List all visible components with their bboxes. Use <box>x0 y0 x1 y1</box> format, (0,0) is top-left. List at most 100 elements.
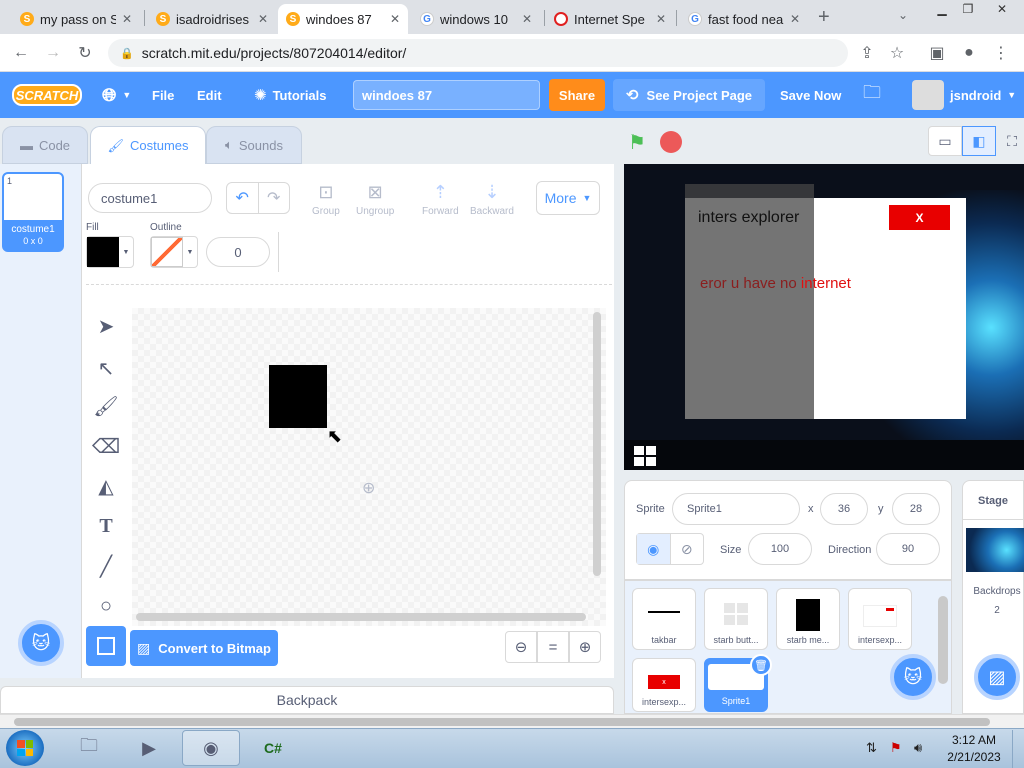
outline-width-input[interactable]: 0 <box>206 237 270 267</box>
brush-tool-icon[interactable]: 🖌︎ <box>92 392 120 420</box>
sprite-name-input[interactable]: Sprite1 <box>672 493 800 525</box>
convert-to-bitmap-button[interactable]: ▨ Convert to Bitmap <box>130 630 278 666</box>
scrollbar-thumb[interactable] <box>14 718 990 726</box>
csharp-ide-icon[interactable]: C# <box>244 730 302 766</box>
tab-code[interactable]: ▬ Code <box>2 126 88 164</box>
scratch-logo[interactable]: SCRATCH <box>12 84 82 106</box>
clock-date[interactable]: 2/21/2023 <box>940 750 1008 764</box>
zoom-in-icon[interactable]: ⊕ <box>569 631 601 663</box>
rectangle-tool-button[interactable] <box>86 626 126 666</box>
address-bar[interactable]: 🔒 scratch.mit.edu/projects/807204014/edi… <box>108 39 848 67</box>
reload-icon[interactable]: ↻ <box>74 42 96 64</box>
new-tab-icon[interactable]: + <box>818 6 830 29</box>
outline-color-picker[interactable]: ▼ <box>150 236 198 268</box>
drawn-black-rectangle[interactable] <box>269 365 327 428</box>
windows-start-icon[interactable] <box>634 446 656 466</box>
side-panel-icon[interactable]: ▣ <box>926 42 948 64</box>
undo-icon[interactable]: ↶ <box>227 183 259 213</box>
group-button[interactable]: ⊡ Group <box>312 182 340 217</box>
language-menu[interactable]: 🌐︎ ▼ <box>102 72 131 118</box>
see-project-page-button[interactable]: ⟲ See Project Page <box>613 79 765 111</box>
sprite-tile[interactable]: starb me... <box>776 588 840 650</box>
share-page-icon[interactable]: ⇪ <box>856 42 878 64</box>
close-tab-icon[interactable]: ✕ <box>656 12 666 26</box>
minimize-icon[interactable]: ▁ <box>928 0 956 18</box>
eraser-tool-icon[interactable]: ⌫ <box>92 432 120 460</box>
sprite-list-scrollbar[interactable] <box>938 596 948 684</box>
x-position-input[interactable]: 36 <box>820 493 868 525</box>
network-icon[interactable]: ⇅ <box>866 740 877 756</box>
file-menu[interactable]: File <box>152 72 174 118</box>
browser-tab[interactable]: Internet Spe ✕ <box>546 4 674 34</box>
clock-time[interactable]: 3:12 AM <box>944 733 1004 747</box>
browser-tab[interactable]: G fast food nea ✕ <box>680 4 808 34</box>
reshape-tool-icon[interactable]: ↖ <box>92 354 120 382</box>
large-stage-icon[interactable]: ◧ <box>962 126 996 156</box>
browser-tab[interactable]: G windows 10 ✕ <box>412 4 540 34</box>
tab-search-chevron-icon[interactable]: ⌄ <box>898 8 908 22</box>
hide-eye-icon[interactable]: ⊘ <box>671 534 704 564</box>
bookmark-star-icon[interactable]: ☆ <box>886 42 908 64</box>
direction-input[interactable]: 90 <box>876 533 940 565</box>
circle-tool-icon[interactable]: ○ <box>92 592 120 620</box>
zoom-reset-button[interactable]: = <box>537 631 569 663</box>
select-tool-icon[interactable]: ➤ <box>92 312 120 340</box>
fullscreen-icon[interactable]: ⛶ <box>1000 126 1024 156</box>
share-button[interactable]: Share <box>549 79 605 111</box>
restore-icon[interactable]: ❐ <box>954 0 982 18</box>
tab-sounds[interactable]: 🔈︎ Sounds <box>206 126 302 164</box>
chrome-taskbar-icon[interactable]: ◉ <box>182 730 240 766</box>
stop-icon[interactable] <box>660 131 682 153</box>
edit-menu[interactable]: Edit <box>197 72 222 118</box>
sprite-tile[interactable]: takbar <box>632 588 696 650</box>
backpack[interactable]: Backpack <box>0 686 614 714</box>
close-tab-icon[interactable]: ✕ <box>790 12 800 26</box>
fill-bucket-tool-icon[interactable]: ◭ <box>92 472 120 500</box>
choose-costume-button[interactable]: 🐱︎ <box>18 620 64 666</box>
chrome-menu-icon[interactable]: ⋮ <box>990 42 1012 64</box>
redo-icon[interactable]: ↷ <box>259 183 290 213</box>
choose-sprite-button[interactable]: 🐱︎ <box>890 654 936 700</box>
y-position-input[interactable]: 28 <box>892 493 940 525</box>
back-arrow-icon[interactable]: ← <box>10 42 32 64</box>
media-player-icon[interactable]: ▶ <box>120 730 178 766</box>
page-horizontal-scrollbar[interactable] <box>0 714 1024 728</box>
tutorials-button[interactable]: ✺ Tutorials <box>254 72 327 118</box>
account-menu[interactable]: jsndroid ▼ <box>950 72 1016 118</box>
canvas-horizontal-scrollbar[interactable] <box>136 613 586 621</box>
green-flag-icon[interactable]: ⚑ <box>628 130 646 155</box>
ungroup-button[interactable]: ⊠ Ungroup <box>356 182 394 217</box>
close-tab-icon[interactable]: ✕ <box>390 12 400 26</box>
sprite-tile[interactable]: intersexp... <box>848 588 912 650</box>
backward-button[interactable]: ⇣ Backward <box>470 182 514 217</box>
small-stage-icon[interactable]: ▭ <box>928 126 962 156</box>
show-desktop-button[interactable] <box>1012 730 1024 768</box>
tab-costumes[interactable]: 🖌︎ Costumes <box>90 126 206 164</box>
fill-color-picker[interactable]: ▼ <box>86 236 134 268</box>
show-eye-icon[interactable]: ◉ <box>637 534 671 564</box>
browser-tab[interactable]: S isadroidrises ✕ <box>148 4 276 34</box>
forward-button[interactable]: ⇡ Forward <box>422 182 459 217</box>
text-tool-icon[interactable]: T <box>92 512 120 540</box>
costume-name-input[interactable]: costume1 <box>88 183 212 213</box>
delete-sprite-icon[interactable]: 🗑︎ <box>750 654 772 676</box>
canvas-vertical-scrollbar[interactable] <box>593 312 601 576</box>
save-now-button[interactable]: Save Now <box>780 72 841 118</box>
line-tool-icon[interactable]: ╱ <box>92 552 120 580</box>
avatar[interactable] <box>912 80 944 110</box>
close-window-icon[interactable]: ✕ <box>982 0 1022 18</box>
choose-backdrop-button[interactable]: ▨ <box>974 654 1020 700</box>
size-input[interactable]: 100 <box>748 533 812 565</box>
browser-tab-active[interactable]: S windoes 87 ✕ <box>278 4 408 34</box>
close-tab-icon[interactable]: ✕ <box>522 12 532 26</box>
start-orb-icon[interactable] <box>6 730 44 766</box>
project-title-input[interactable]: windoes 87 <box>353 80 540 110</box>
forward-arrow-icon[interactable]: → <box>42 42 64 64</box>
close-tab-icon[interactable]: ✕ <box>258 12 268 26</box>
drawing-canvas[interactable] <box>132 308 606 626</box>
close-tab-icon[interactable]: ✕ <box>122 12 132 26</box>
action-center-icon[interactable]: ⚑ <box>890 740 902 756</box>
volume-icon[interactable]: 🔊︎ <box>914 740 922 756</box>
sprite-tile[interactable]: x intersexp... <box>632 658 696 712</box>
sprite-tile[interactable]: starb butt... <box>704 588 768 650</box>
